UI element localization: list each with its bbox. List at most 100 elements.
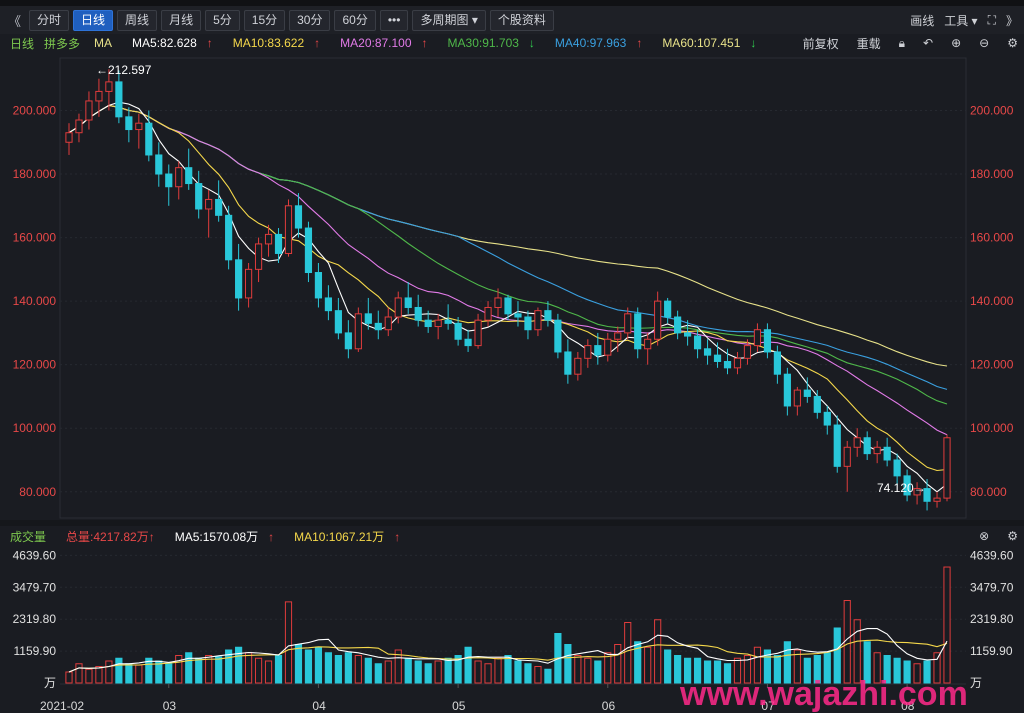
lock-icon[interactable]: 🔒︎ xyxy=(899,36,905,51)
tab-5[interactable]: 15分 xyxy=(243,9,286,31)
candle xyxy=(703,339,712,365)
up-arrow-icon: ↑ xyxy=(421,36,428,50)
volume-bar xyxy=(654,619,662,684)
candle xyxy=(873,440,881,464)
volume-bar xyxy=(574,655,582,684)
price-tick-left: 180.000 xyxy=(13,167,57,181)
candle xyxy=(65,123,73,155)
volume-ma5-text: MA5:1570.08万 xyxy=(174,529,259,544)
price-tick-right: 80.000 xyxy=(970,485,1007,499)
draw-line-button[interactable]: 画线 xyxy=(910,12,934,29)
volume-bar xyxy=(65,671,73,684)
candlesticks xyxy=(65,69,951,511)
volume-bar xyxy=(853,619,861,684)
volume-bar xyxy=(244,652,253,684)
date-tick: 06 xyxy=(602,699,616,713)
volume-bar xyxy=(644,646,652,684)
volume-chart[interactable]: 4639.60 3479.70 2319.80 1159.90 万 4639.60 347… xyxy=(0,545,1024,713)
volume-bar xyxy=(664,649,672,684)
volume-bar xyxy=(314,646,323,684)
tab-3[interactable]: 月线 xyxy=(161,9,202,31)
volume-bar xyxy=(125,663,133,684)
volume-bar xyxy=(235,646,243,684)
multi-period-dropdown[interactable]: 多周期图 ▾ xyxy=(412,9,486,31)
volume-tick-right: 万 xyxy=(970,676,982,690)
tab-2[interactable]: 周线 xyxy=(117,9,158,31)
undo-icon[interactable]: ↶ xyxy=(923,36,933,50)
reload-button[interactable]: 重载 xyxy=(857,35,881,52)
volume-bar xyxy=(195,657,203,684)
tools-dropdown[interactable]: 工具 ▾ xyxy=(944,12,977,29)
volume-bar xyxy=(135,664,143,684)
candle xyxy=(85,91,93,130)
more-button[interactable]: ••• xyxy=(379,9,409,31)
candle xyxy=(384,307,392,337)
nav-left-icon[interactable]: 《 xyxy=(0,11,29,30)
candle xyxy=(284,199,293,257)
period-label: 日线 xyxy=(10,36,35,51)
date-tick: 2021-02 xyxy=(40,699,84,713)
tab-0[interactable]: 分时 xyxy=(29,9,70,31)
candle xyxy=(434,313,442,340)
candle xyxy=(793,386,801,416)
candle xyxy=(883,437,891,467)
tab-6[interactable]: 30分 xyxy=(289,9,331,31)
multi-period-label: 多周期图 xyxy=(420,12,469,27)
up-arrow-icon: ↑ xyxy=(268,529,275,544)
candle xyxy=(344,320,352,359)
price-tick-right: 120.000 xyxy=(970,358,1014,372)
volume-bar xyxy=(95,666,103,684)
settings-icon[interactable]: ⚙ xyxy=(1007,36,1018,50)
close-icon[interactable]: ⊗ xyxy=(979,529,989,543)
period-tabs: 分时 日线 周线 月线 5分 15分 30分 60分 xyxy=(29,9,380,31)
price-grid xyxy=(60,109,966,493)
stock-info-button[interactable]: 个股资料 xyxy=(489,9,554,31)
settings-icon[interactable]: ⚙ xyxy=(1007,529,1018,543)
fullscreen-icon[interactable]: ⛶ xyxy=(988,13,996,28)
price-tick-right: 100.000 xyxy=(970,421,1014,435)
price-chart[interactable]: 200.000 180.000 160.000 140.000 120.000 100.0… xyxy=(0,52,1024,520)
ma10-text: MA10:83.622 xyxy=(232,36,305,50)
ma60-value: MA60:107.451 ↓ xyxy=(652,36,756,50)
volume-tick-left: 2319.80 xyxy=(13,612,57,626)
volume-bar xyxy=(504,655,512,684)
price-chart-frame xyxy=(59,57,967,519)
volume-bar xyxy=(284,601,293,684)
zoom-out-icon[interactable]: ⊖ xyxy=(979,36,989,50)
candle xyxy=(444,304,452,330)
candle xyxy=(195,170,203,219)
volume-ma5: MA5:1570.08万 ↑ xyxy=(165,528,274,545)
volume-bar xyxy=(254,657,263,684)
volume-bars xyxy=(65,566,951,684)
watermark: www.wajazhi.com xyxy=(679,675,968,713)
up-arrow-icon: ↑ xyxy=(394,529,401,544)
candle xyxy=(753,323,762,352)
tab-4[interactable]: 5分 xyxy=(205,9,240,31)
volume-title: 成交量 xyxy=(10,529,47,544)
up-arrow-icon: ↑ xyxy=(314,36,321,50)
candle xyxy=(524,310,532,340)
ma5-value: MA5:82.628 ↑ xyxy=(122,36,213,50)
ma-label: MA xyxy=(94,36,113,50)
price-tick-right: 140.000 xyxy=(970,294,1014,308)
volume-tick-left: 万 xyxy=(44,676,56,690)
date-tick: 03 xyxy=(163,699,177,713)
indicator-header: 日线 拼多多 MA MA5:82.628 ↑ MA10:83.622 ↑ MA20:… xyxy=(0,34,1024,52)
candle xyxy=(225,205,233,270)
volume-bar xyxy=(534,666,542,684)
candle xyxy=(294,193,303,238)
adjust-mode-button[interactable]: 前复权 xyxy=(803,35,839,52)
nav-right-icon[interactable]: 》 xyxy=(1006,12,1018,29)
candle xyxy=(175,161,183,200)
candle xyxy=(604,332,612,362)
ma40-value: MA40:97.963 ↑ xyxy=(545,36,642,50)
tab-7[interactable]: 60分 xyxy=(334,9,376,31)
candle xyxy=(474,313,482,349)
tab-1[interactable]: 日线 xyxy=(73,9,114,31)
volume-bar xyxy=(185,652,193,684)
candle xyxy=(733,351,742,375)
ma5-text: MA5:82.628 xyxy=(132,36,197,50)
zoom-in-icon[interactable]: ⊕ xyxy=(951,36,961,50)
ma60-line xyxy=(68,104,948,367)
ma20-value: MA20:87.100 ↑ xyxy=(330,36,427,50)
